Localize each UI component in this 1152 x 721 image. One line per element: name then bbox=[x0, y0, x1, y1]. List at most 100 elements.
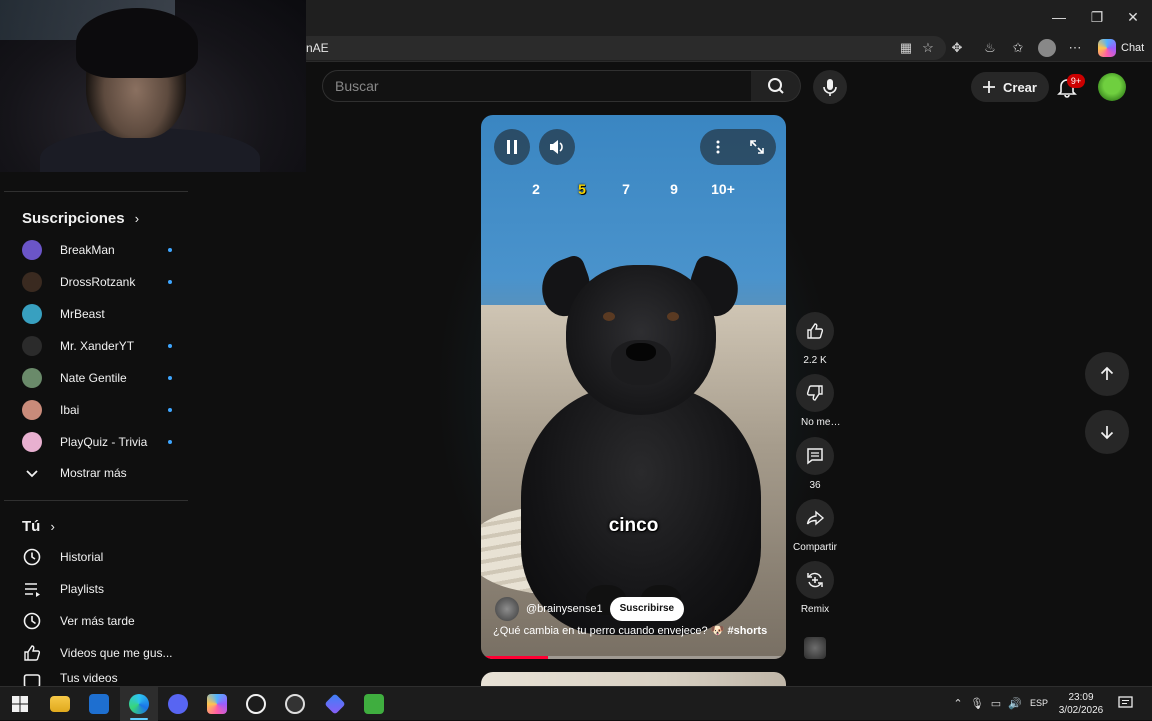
hashtag-link[interactable]: #shorts bbox=[727, 625, 767, 637]
channel-avatar[interactable] bbox=[495, 597, 519, 621]
subscription-name: PlayQuiz - Trivia bbox=[60, 435, 148, 449]
pause-icon bbox=[507, 140, 517, 154]
channel-avatar bbox=[22, 304, 42, 324]
progress-bar[interactable] bbox=[481, 656, 786, 659]
dislike-button[interactable] bbox=[796, 374, 834, 412]
edge-browser-icon[interactable] bbox=[129, 694, 149, 714]
language-indicator[interactable]: ESP bbox=[1030, 698, 1048, 708]
microphone-icon bbox=[823, 79, 837, 96]
fullscreen-icon[interactable] bbox=[748, 138, 766, 156]
shorts-player[interactable]: 2 5 7 9 10+ cinco @brainysense1 Suscribi… bbox=[481, 115, 786, 659]
sidebar-item-liked-videos[interactable]: Videos que me gus... bbox=[22, 639, 182, 667]
favorite-star-icon[interactable]: ☆ bbox=[919, 39, 937, 57]
sidebar-item-watch-later[interactable]: Ver más tarde bbox=[22, 607, 182, 635]
share-button[interactable] bbox=[796, 499, 834, 537]
copilot-chat-button[interactable]: Chat bbox=[1094, 37, 1150, 59]
performance-icon[interactable]: ♨ bbox=[981, 39, 999, 57]
search-input[interactable]: Buscar bbox=[322, 70, 752, 102]
channel-avatar bbox=[22, 336, 42, 356]
windows-start-icon[interactable] bbox=[10, 694, 30, 714]
arrow-down-icon bbox=[1100, 426, 1114, 440]
speaker-icon[interactable]: 🔊 bbox=[1008, 697, 1022, 711]
microphone-tray-icon[interactable]: 🎙 bbox=[970, 697, 984, 711]
sidebar-subscription-item[interactable]: Ibai bbox=[22, 396, 172, 424]
file-explorer-icon[interactable] bbox=[50, 696, 70, 712]
minecraft-icon[interactable] bbox=[364, 694, 384, 714]
sidebar-divider bbox=[4, 191, 188, 192]
channel-avatar bbox=[22, 240, 42, 260]
plus-icon bbox=[983, 81, 995, 93]
minimize-icon[interactable]: — bbox=[1048, 6, 1070, 28]
subscription-name: Ibai bbox=[60, 403, 80, 417]
subscription-name: DrossRotzank bbox=[60, 275, 136, 289]
discord-icon[interactable] bbox=[168, 694, 188, 714]
sidebar-item-playlists[interactable]: Playlists bbox=[22, 575, 182, 603]
playlists-icon bbox=[25, 583, 40, 597]
notification-badge: 9+ bbox=[1067, 74, 1085, 88]
copilot-icon bbox=[1098, 39, 1116, 57]
you-header[interactable]: Tú › bbox=[22, 518, 55, 535]
store-icon[interactable] bbox=[89, 694, 109, 714]
volume-button[interactable] bbox=[539, 129, 575, 165]
share-icon bbox=[806, 510, 825, 526]
clock-date: 3/02/2026 bbox=[1058, 705, 1104, 716]
subscriptions-header[interactable]: Suscripciones › bbox=[22, 210, 139, 227]
sidebar-subscription-item[interactable]: Mr. XanderYT bbox=[22, 332, 172, 360]
remix-button[interactable] bbox=[796, 561, 834, 599]
account-avatar[interactable] bbox=[1098, 73, 1126, 101]
channel-avatar bbox=[22, 272, 42, 292]
more-menu-icon[interactable]: ⋯ bbox=[1066, 39, 1084, 57]
liked-videos-icon bbox=[24, 645, 41, 661]
profile-icon[interactable] bbox=[1038, 39, 1056, 57]
new-content-dot bbox=[168, 248, 172, 252]
copilot-app-icon[interactable] bbox=[207, 694, 227, 714]
chevron-down-icon bbox=[26, 470, 38, 478]
app-icon[interactable] bbox=[324, 693, 346, 715]
like-button[interactable] bbox=[796, 312, 834, 350]
create-label: Crear bbox=[1003, 79, 1037, 95]
sound-thumbnail[interactable] bbox=[804, 637, 826, 659]
subscription-name: Mr. XanderYT bbox=[60, 339, 135, 353]
previous-short-button[interactable] bbox=[1085, 352, 1129, 396]
restore-icon[interactable]: ❐ bbox=[1086, 6, 1108, 28]
notification-center-icon[interactable] bbox=[1118, 696, 1134, 710]
subscribe-button[interactable]: Suscribirse bbox=[609, 597, 685, 621]
video-title[interactable]: ¿Qué cambia en tu perro cuando envejece?… bbox=[493, 624, 778, 637]
sidebar-item-your-videos[interactable]: Tus videos bbox=[22, 671, 182, 686]
show-more-label: Mostrar más bbox=[60, 466, 127, 480]
network-icon[interactable]: ▭ bbox=[989, 697, 1003, 711]
show-more-button[interactable]: Mostrar más bbox=[22, 459, 182, 487]
tray-overflow-icon[interactable]: ⌃ bbox=[951, 697, 965, 711]
sidebar-subscription-item[interactable]: BreakMan bbox=[22, 236, 172, 264]
more-options-icon[interactable] bbox=[713, 139, 723, 155]
subscription-name: BreakMan bbox=[60, 243, 115, 257]
sidebar-subscription-item[interactable]: MrBeast bbox=[22, 300, 172, 328]
chatgpt-icon[interactable] bbox=[246, 694, 266, 714]
sidebar-subscription-item[interactable]: PlayQuiz - Trivia bbox=[22, 428, 172, 456]
voice-search-button[interactable] bbox=[813, 70, 847, 104]
reader-mode-icon[interactable]: ▦ bbox=[897, 39, 915, 57]
sidebar-item-history[interactable]: Historial bbox=[22, 543, 182, 571]
comment-icon bbox=[807, 448, 823, 465]
obs-icon[interactable] bbox=[285, 694, 305, 714]
comments-button[interactable] bbox=[796, 437, 834, 475]
channel-handle[interactable]: @brainysense1 bbox=[526, 603, 603, 615]
dislike-label: No me gusta bbox=[801, 417, 843, 428]
new-content-dot bbox=[168, 280, 172, 284]
clock[interactable]: 23:09 3/02/2026 bbox=[1056, 691, 1106, 717]
thumbs-up-icon bbox=[807, 323, 824, 339]
pause-button[interactable] bbox=[494, 129, 530, 165]
close-icon[interactable]: ✕ bbox=[1122, 6, 1144, 28]
search-button[interactable] bbox=[751, 70, 801, 102]
sidebar-subscription-item[interactable]: DrossRotzank bbox=[22, 268, 172, 296]
create-button[interactable]: Crear bbox=[971, 72, 1049, 102]
favorites-icon[interactable]: ✩ bbox=[1009, 39, 1027, 57]
new-content-dot bbox=[168, 440, 172, 444]
extensions-icon[interactable]: ✥ bbox=[948, 39, 966, 57]
new-content-dot bbox=[168, 344, 172, 348]
player-controls-group bbox=[700, 129, 776, 165]
chat-label: Chat bbox=[1121, 42, 1145, 54]
next-short-button[interactable] bbox=[1085, 410, 1129, 454]
sidebar-subscription-item[interactable]: Nate Gentile bbox=[22, 364, 172, 392]
address-bar[interactable]: nAE bbox=[296, 36, 946, 60]
